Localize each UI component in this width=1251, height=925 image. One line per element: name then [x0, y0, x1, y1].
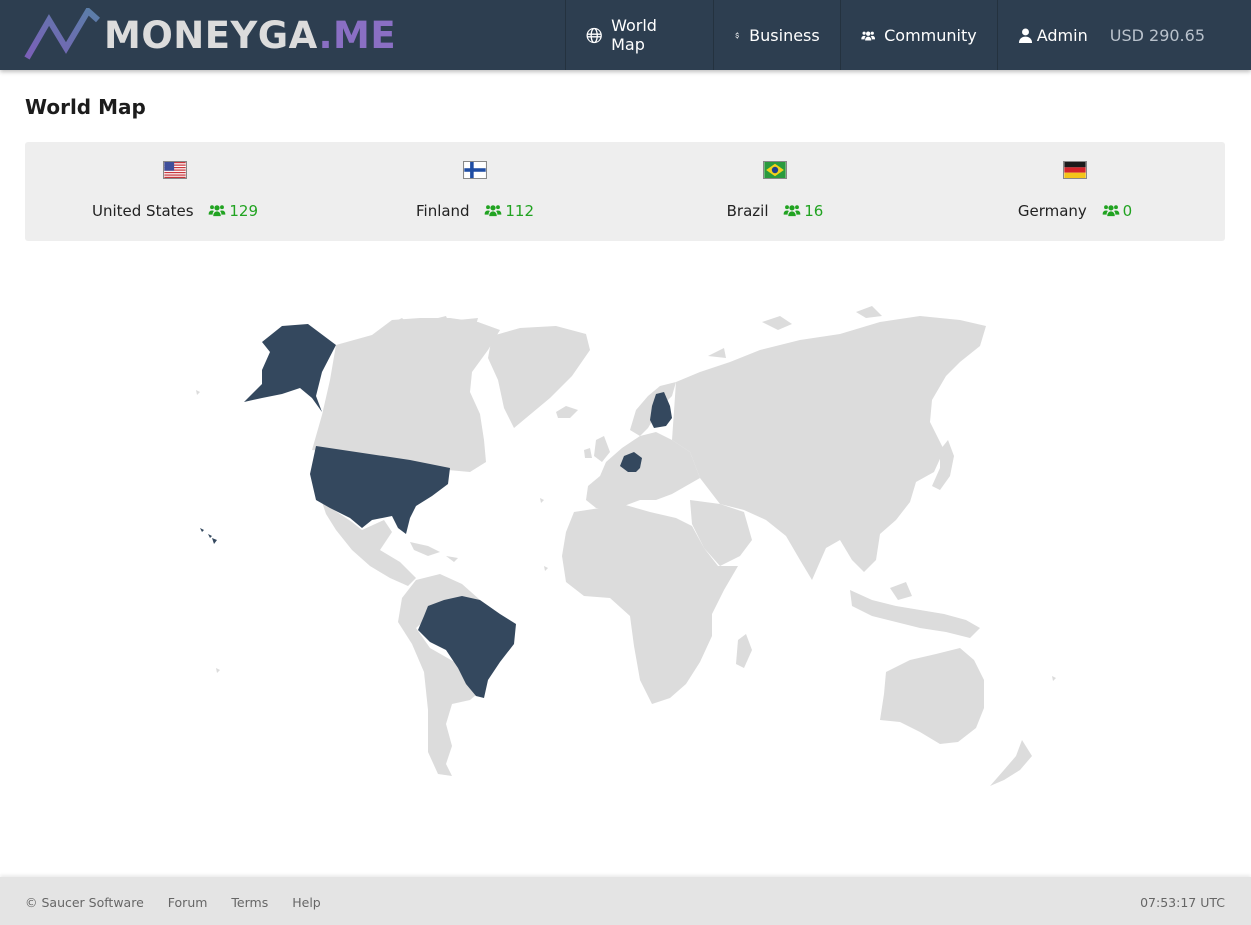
map-alaska[interactable]	[244, 324, 336, 412]
map-iceland[interactable]	[556, 406, 578, 418]
footer-link-help[interactable]: Help	[292, 895, 321, 910]
map-hawaii[interactable]	[200, 528, 217, 544]
country-name: Finland	[415, 202, 470, 220]
map-southeast-asia[interactable]	[850, 582, 980, 638]
map-new-zealand[interactable]	[990, 740, 1032, 786]
main-nav: World Map Business Community Admin USD 2…	[564, 0, 1251, 70]
member-count: 129	[208, 202, 258, 220]
globe-icon	[586, 27, 602, 43]
stat-brazil[interactable]: Brazil 16	[625, 142, 925, 241]
country-name: United States	[92, 202, 194, 220]
country-stats-panel: United States 129 Finland 112 Brazil 16	[25, 142, 1225, 241]
nav-admin[interactable]: Admin USD 290.65	[996, 0, 1251, 70]
footer-link-terms[interactable]: Terms	[231, 895, 268, 910]
users-icon	[209, 205, 226, 217]
top-navbar: MONEYGA.ME World Map Business Community	[0, 0, 1251, 70]
stat-united-states[interactable]: United States 129	[25, 142, 325, 241]
user-icon	[1018, 27, 1032, 43]
member-count: 112	[484, 202, 534, 220]
footer-link-forum[interactable]: Forum	[168, 895, 208, 910]
de-flag-icon	[1063, 161, 1087, 179]
us-flag-icon	[163, 161, 187, 179]
nav-community[interactable]: Community	[839, 0, 997, 70]
country-name: Brazil	[726, 202, 769, 220]
footer-links: © Saucer Software Forum Terms Help	[25, 895, 345, 910]
map-uk-ireland[interactable]	[584, 436, 610, 462]
map-madagascar[interactable]	[736, 634, 752, 668]
copyright-text: © Saucer Software	[25, 895, 144, 910]
brand-logo[interactable]: MONEYGA.ME	[24, 8, 396, 62]
fi-flag-icon	[463, 161, 487, 179]
world-map[interactable]	[185, 295, 1065, 795]
footer: © Saucer Software Forum Terms Help 07:53…	[0, 877, 1251, 925]
users-icon	[1102, 205, 1119, 217]
nav-world-map-label: World Map	[611, 16, 657, 54]
users-icon	[783, 205, 801, 217]
users-icon	[861, 31, 875, 41]
page-title: World Map	[25, 95, 146, 119]
nav-world-map[interactable]: World Map	[564, 0, 713, 70]
account-balance: USD 290.65	[1109, 25, 1205, 45]
logo-mark-icon	[24, 8, 100, 60]
map-australia[interactable]	[880, 648, 984, 744]
stat-germany[interactable]: Germany 0	[925, 142, 1225, 241]
server-time: 07:53:17 UTC	[1140, 895, 1225, 910]
member-count: 16	[783, 202, 823, 220]
dollar-icon	[735, 31, 739, 39]
brand-name: MONEYGA.ME	[104, 13, 397, 57]
country-name: Germany	[1017, 202, 1087, 220]
nav-business-label: Business	[749, 25, 820, 45]
users-icon	[485, 205, 502, 217]
nav-business[interactable]: Business	[712, 0, 840, 70]
stat-finland[interactable]: Finland 112	[325, 142, 625, 241]
br-flag-icon	[763, 161, 787, 179]
nav-admin-label: Admin	[1036, 25, 1088, 45]
map-canada[interactable]	[312, 318, 500, 472]
map-caribbean[interactable]	[410, 542, 458, 562]
member-count: 0	[1102, 202, 1132, 220]
nav-community-label: Community	[884, 25, 977, 45]
